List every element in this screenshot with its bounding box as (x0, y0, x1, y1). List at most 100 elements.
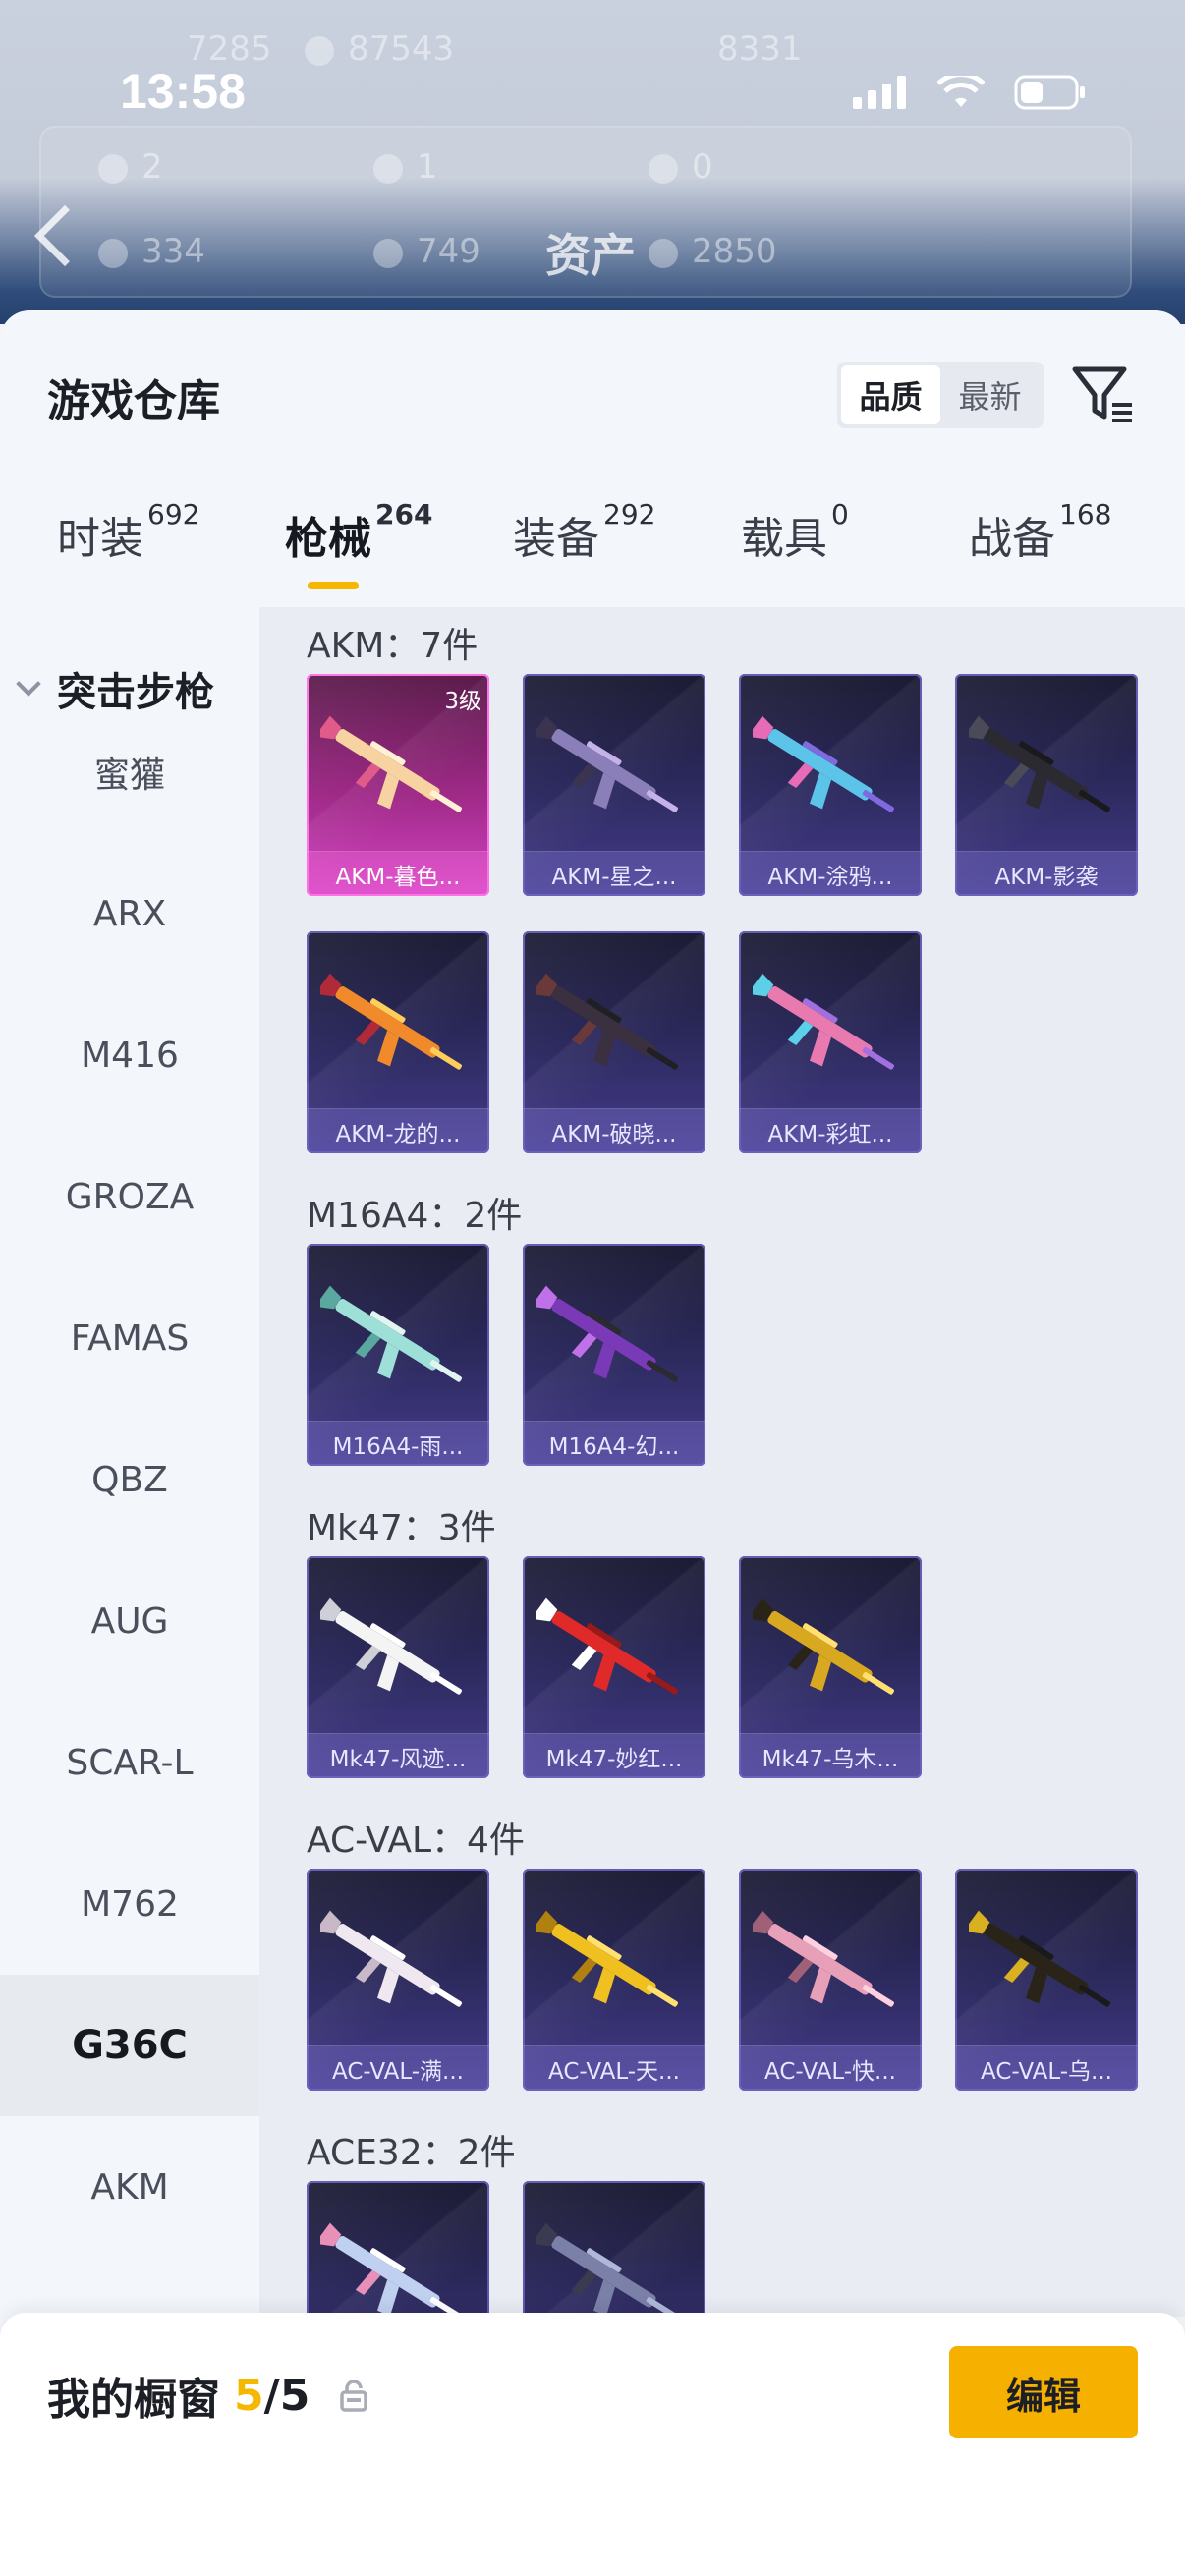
sidebar-item[interactable]: ARX (0, 843, 259, 984)
filter-icon[interactable] (1071, 362, 1136, 426)
skin-card[interactable]: AC-VAL-满... (307, 1869, 489, 2091)
skin-card[interactable]: 3级 AKM-暮色... (307, 674, 489, 896)
bg-stat: 749 (373, 232, 480, 271)
sidebar-item[interactable]: GROZA (0, 1126, 259, 1267)
skin-card[interactable]: AKM-龙的... (307, 931, 489, 1153)
card-name: AKM-星之... (523, 851, 705, 896)
sidebar-item[interactable]: QBZ (0, 1409, 259, 1550)
bg-stat: 334 (98, 232, 205, 271)
rifle-icon (753, 715, 894, 812)
bg-stat: 87543 (305, 29, 454, 69)
card-name: Mk47-风迹... (307, 1733, 489, 1778)
rifle-icon (320, 973, 462, 1070)
card-name: M16A4-雨... (307, 1421, 489, 1466)
background-app: 7285 87543 8331 13:58 2 1 0 334 749 资产 2… (0, 0, 1185, 324)
status-time: 13:58 (120, 64, 246, 119)
skin-card[interactable] (523, 2181, 705, 2317)
sidebar-item[interactable]: AKM (0, 2116, 259, 2258)
skin-card[interactable] (307, 2181, 489, 2317)
skin-card[interactable]: AKM-彩虹... (739, 931, 922, 1153)
rifle-icon (320, 715, 462, 812)
skin-card[interactable]: AC-VAL-快... (739, 1869, 922, 2091)
tab-guns[interactable]: 枪械 264 (285, 498, 432, 566)
showcase-count: 5 (234, 2370, 264, 2421)
rifle-icon (320, 1910, 462, 2007)
rifle-icon (753, 973, 894, 1070)
card-name: M16A4-幻... (523, 1421, 705, 1466)
card-name: AKM-暮色... (307, 851, 489, 896)
rifle-icon (536, 1285, 678, 1382)
tab-equipment[interactable]: 装备 292 (513, 498, 655, 566)
skin-card[interactable]: M16A4-雨... (307, 1244, 489, 1466)
sort-toggle: 品质 最新 (837, 362, 1044, 428)
sidebar-item[interactable]: 蜜獾 (0, 701, 259, 843)
rifle-icon (753, 1910, 894, 2007)
battery-icon (1014, 75, 1085, 110)
skin-card[interactable]: AKM-星之... (523, 674, 705, 896)
skin-card[interactable]: Mk47-妙红... (523, 1556, 705, 1778)
sidebar-item-selected[interactable]: G36C (0, 1975, 259, 2116)
bg-stat: 1 (373, 147, 438, 187)
rifle-icon (536, 1597, 678, 1695)
lock-icon (340, 2380, 368, 2412)
card-name: AKM-龙的... (307, 1108, 489, 1153)
skin-card[interactable]: AKM-破晓... (523, 931, 705, 1153)
skin-card[interactable]: AKM-涂鸦... (739, 674, 922, 896)
rifle-icon (753, 1597, 894, 1695)
rifle-icon (320, 1285, 462, 1382)
sidebar-item[interactable]: FAMAS (0, 1267, 259, 1409)
sidebar-item[interactable]: AUG (0, 1550, 259, 1692)
weapon-sidebar: 突击步枪 蜜獾 ARX M416 GROZA FAMAS QBZ AUG SCA… (0, 607, 259, 2317)
showcase-slash: / (263, 2370, 280, 2421)
sidebar-item[interactable]: SCAR-L (0, 1692, 259, 1833)
bg-stat: 0 (649, 147, 713, 187)
edit-button[interactable]: 编辑 (949, 2346, 1138, 2438)
skin-card[interactable]: AC-VAL-天... (523, 1869, 705, 2091)
card-name: AC-VAL-满... (307, 2045, 489, 2091)
rifle-icon (536, 1910, 678, 2007)
rifle-icon (969, 715, 1110, 812)
rifle-icon (320, 2222, 462, 2317)
showcase-total: 5 (279, 2370, 310, 2421)
skin-card[interactable]: M16A4-幻... (523, 1244, 705, 1466)
sidebar-item[interactable]: M416 (0, 984, 259, 1126)
showcase-label: 我的橱窗 5 / 5 (47, 2364, 368, 2427)
card-name: AC-VAL-快... (739, 2045, 922, 2091)
wifi-icon (937, 76, 985, 107)
tab-vehicles[interactable]: 载具 0 (741, 498, 849, 566)
chevron-down-icon (16, 671, 41, 697)
sort-newest-option[interactable]: 最新 (940, 365, 1040, 424)
tab-battle-prep[interactable]: 战备 168 (969, 498, 1111, 566)
bg-stat: 2 (98, 147, 163, 187)
rifle-icon (969, 1910, 1110, 2007)
sheet-title: 游戏仓库 (47, 376, 220, 426)
bg-stat: 2850 (649, 232, 777, 271)
card-name: AKM-破晓... (523, 1108, 705, 1153)
card-name: AC-VAL-天... (523, 2045, 705, 2091)
rifle-icon (536, 715, 678, 812)
group-title-akm: AKM：7件 (307, 626, 479, 666)
active-tab-indicator (308, 582, 359, 589)
skin-card[interactable]: AKM-影袭 (955, 674, 1138, 896)
card-name: AKM-涂鸦... (739, 851, 922, 896)
card-name: AKM-彩虹... (739, 1108, 922, 1153)
card-name: Mk47-妙红... (523, 1733, 705, 1778)
sidebar-item[interactable]: M762 (0, 1833, 259, 1975)
rifle-icon (536, 2222, 678, 2317)
skin-grid: AKM：7件 M16A4：2件 Mk47：3件 AC-VAL：4件 ACE32：… (259, 607, 1185, 2317)
card-name: AKM-影袭 (955, 851, 1138, 896)
skin-card[interactable]: AC-VAL-乌... (955, 1869, 1138, 2091)
group-title-ace32: ACE32：2件 (307, 2133, 516, 2173)
group-title-mk47: Mk47：3件 (307, 1508, 496, 1548)
skin-card[interactable]: Mk47-风迹... (307, 1556, 489, 1778)
tab-fashion[interactable]: 时装 692 (57, 498, 199, 566)
signal-icon (853, 76, 906, 109)
sort-quality-option[interactable]: 品质 (841, 365, 940, 424)
skin-card[interactable]: Mk47-乌木... (739, 1556, 922, 1778)
card-name: Mk47-乌木... (739, 1733, 922, 1778)
bg-page-title: 资产 (545, 229, 636, 282)
rifle-icon (320, 1597, 462, 1695)
bg-stat: 8331 (717, 29, 803, 69)
category-tabs: 时装 692 枪械 264 装备 292 载具 0 战备 168 (0, 498, 1185, 601)
group-title-m16a4: M16A4：2件 (307, 1196, 523, 1236)
